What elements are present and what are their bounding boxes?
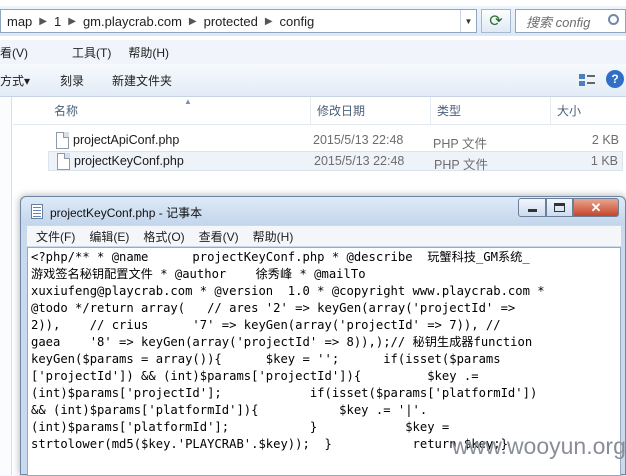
help-icon[interactable]: ? — [606, 70, 624, 88]
column-name[interactable]: 名称 — [48, 97, 311, 125]
breadcrumb-separator-icon[interactable]: ▶ — [65, 16, 79, 27]
code-line: (int)$params['projectId']; if(isset($par… — [31, 386, 538, 400]
explorer-menubar: 看(V) 工具(T) 帮助(H) — [0, 40, 626, 64]
code-line: 2)), // crius '7' => keyGen(array('proje… — [31, 318, 501, 332]
file-modified: 2015/5/13 22:48 — [313, 133, 404, 147]
close-icon: ✕ — [590, 199, 602, 215]
code-line: keyGen($params = array()){ $key = ''; if… — [31, 352, 501, 366]
code-line: ['projectId']) && (int)$params['projectI… — [31, 369, 479, 383]
code-line: xuxiufeng@playcrab.com * @version 1.0 * … — [31, 284, 545, 298]
search-placeholder: 搜索 config — [526, 14, 591, 30]
php-file-icon — [57, 153, 70, 170]
file-modified: 2015/5/13 22:48 — [314, 154, 405, 168]
menu-view[interactable]: 看(V) — [0, 44, 37, 61]
code-line: 游戏签名秘钥配置文件 * @author 徐秀峰 * @mailTo — [31, 267, 366, 281]
menu-tools[interactable]: 工具(T) — [72, 44, 120, 61]
views-icon — [579, 74, 595, 86]
menu-view[interactable]: 查看(V) — [199, 228, 239, 245]
breadcrumb-map[interactable]: map — [3, 14, 36, 29]
file-name: projectApiConf.php — [73, 133, 180, 147]
code-line: (int)$params['platformId']; } $key = — [31, 420, 450, 434]
code-line: strtolower(md5($key.'PLAYCRAB'.$key)); }… — [31, 437, 508, 451]
notepad-titlebar[interactable]: projectKeyConf.php - 记事本 ✕ — [21, 197, 625, 225]
notepad-icon — [31, 204, 43, 219]
new-folder-button[interactable]: 新建文件夹 — [112, 72, 172, 89]
column-type[interactable]: 类型 — [431, 97, 551, 125]
breadcrumb-separator-icon[interactable]: ▶ — [262, 16, 276, 27]
maximize-button[interactable] — [546, 198, 573, 217]
file-size: 2 KB — [591, 133, 619, 147]
organize-button[interactable]: 方式▾ — [0, 72, 30, 89]
code-line: && (int)$params['platformId']){ $key .= … — [31, 403, 428, 417]
menu-help[interactable]: 帮助(H) — [253, 228, 294, 245]
address-box[interactable]: map ▶ 1 ▶ gm.playcrab.com ▶ protected ▶ … — [0, 9, 477, 33]
close-button[interactable]: ✕ — [573, 198, 619, 217]
watermark: www.wooyun.org — [452, 433, 626, 459]
search-icon — [608, 14, 619, 25]
maximize-icon — [554, 203, 565, 212]
file-type: PHP 文件 — [433, 137, 487, 151]
menu-file[interactable]: 文件(F) — [36, 228, 75, 245]
column-modified[interactable]: 修改日期 — [311, 97, 431, 125]
menu-help[interactable]: 帮助(H) — [128, 44, 178, 61]
code-line: @todo */return array( // ares '2' => key… — [31, 301, 516, 315]
column-header: ▲ 名称 修改日期 类型 大小 — [13, 97, 626, 125]
notepad-menubar: 文件(F) 编辑(E) 格式(O) 查看(V) 帮助(H) — [27, 226, 621, 246]
notepad-title: projectKeyConf.php - 记事本 — [50, 206, 203, 220]
code-line: <?php/** * @name projectKeyConf.php * @d… — [31, 250, 530, 264]
file-row[interactable]: projectKeyConf.php 2015/5/13 22:48 PHP 文… — [48, 151, 623, 172]
explorer-toolbar: 方式▾ 刻录 新建文件夹 ? — [0, 64, 626, 97]
breadcrumb-1[interactable]: 1 — [50, 14, 65, 29]
minimize-icon — [527, 209, 537, 212]
file-type: PHP 文件 — [434, 158, 488, 172]
minimize-button[interactable] — [518, 198, 546, 217]
views-button[interactable] — [578, 70, 600, 90]
breadcrumb-separator-icon[interactable]: ▶ — [186, 16, 200, 27]
breadcrumb-separator-icon[interactable]: ▶ — [36, 16, 50, 27]
file-size: 1 KB — [590, 154, 618, 168]
code-line: gaea '8' => keyGen(array('projectId' => … — [31, 335, 533, 349]
breadcrumb-domain[interactable]: gm.playcrab.com — [79, 14, 186, 29]
refresh-button[interactable]: ⟳ — [481, 9, 511, 33]
menu-edit[interactable]: 编辑(E) — [89, 228, 129, 245]
navigation-pane[interactable] — [0, 97, 12, 475]
address-bar: map ▶ 1 ▶ gm.playcrab.com ▶ protected ▶ … — [0, 6, 626, 36]
file-name: projectKeyConf.php — [74, 154, 184, 168]
breadcrumb-config[interactable]: config — [276, 14, 319, 29]
burn-button[interactable]: 刻录 — [60, 72, 84, 89]
address-dropdown-icon[interactable]: ▼ — [460, 10, 476, 32]
refresh-icon: ⟳ — [489, 13, 503, 30]
menu-format[interactable]: 格式(O) — [143, 228, 184, 245]
column-size[interactable]: 大小 — [551, 97, 626, 125]
breadcrumb-protected[interactable]: protected — [200, 14, 262, 29]
php-file-icon — [56, 132, 69, 149]
file-row[interactable]: projectApiConf.php 2015/5/13 22:48 PHP 文… — [48, 131, 623, 151]
search-input[interactable]: 搜索 config — [515, 9, 626, 33]
